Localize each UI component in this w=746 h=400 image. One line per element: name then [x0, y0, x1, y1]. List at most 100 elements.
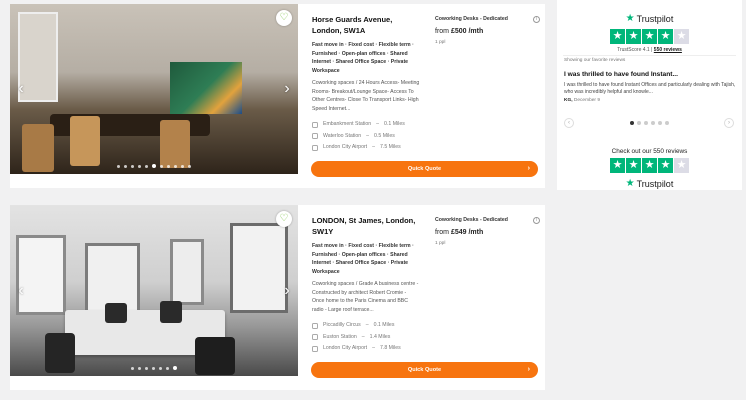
- station-dash: –: [361, 333, 365, 340]
- carousel-dot[interactable]: [181, 165, 184, 168]
- review-meta: KG, December 9: [564, 98, 736, 103]
- feature-tag: Shared Office Space: [335, 260, 387, 267]
- station-row: London City Airport –7.8 Miles: [312, 343, 420, 355]
- checkout-reviews-text[interactable]: Check out our 550 reviews: [557, 148, 742, 155]
- carousel-dot[interactable]: [117, 165, 120, 168]
- carousel-dot[interactable]: [145, 165, 148, 168]
- carousel-dot[interactable]: [160, 165, 163, 168]
- divider: [563, 55, 736, 56]
- photo-next-chevron-icon[interactable]: ›: [280, 80, 294, 98]
- review-carousel-dot[interactable]: [643, 121, 648, 125]
- listing-photo[interactable]: ♡ ‹ ›: [10, 205, 298, 376]
- photo-prev-chevron-icon[interactable]: ‹: [14, 282, 28, 300]
- quick-quote-label: Quick Quote: [407, 166, 442, 172]
- carousel-dot[interactable]: [131, 367, 134, 370]
- feature-tag: Furnished: [312, 251, 338, 258]
- photo-painting: [170, 62, 242, 114]
- carousel-dot[interactable]: [173, 366, 177, 370]
- train-icon: [312, 334, 318, 341]
- carousel-dot[interactable]: [174, 165, 177, 168]
- carousel-dot[interactable]: [131, 165, 134, 168]
- price: from £549 /mth: [435, 229, 540, 236]
- feature-tag: Fixed cost: [348, 42, 375, 48]
- trustpilot-brand: Trustpilot: [636, 13, 674, 24]
- review-next-chevron-icon[interactable]: ›: [724, 118, 734, 128]
- listing-title[interactable]: Horse Guards Avenue, London, SW1A: [312, 14, 420, 36]
- trustpilot-star-icon: ★: [625, 178, 635, 189]
- carousel-dot[interactable]: [152, 164, 156, 168]
- feature-tag: Furnished: [312, 50, 338, 57]
- listing-photo[interactable]: ♡ ‹ ›: [10, 4, 298, 174]
- photo-carousel-dots: [10, 164, 298, 168]
- station-name: London City Airport: [323, 144, 368, 150]
- favorite-heart-icon[interactable]: ♡: [276, 211, 292, 227]
- carousel-dot[interactable]: [166, 367, 169, 370]
- feature-tag: Flexible term: [378, 42, 411, 48]
- quick-quote-button[interactable]: Quick Quote ›: [311, 362, 538, 378]
- capacity: 1 ppl: [435, 241, 446, 246]
- carousel-dot[interactable]: [145, 367, 148, 370]
- trustscore: TrustScore 4.1 | 550 reviews: [557, 47, 742, 53]
- review-carousel-dot[interactable]: [664, 121, 669, 125]
- photo-chair: [105, 303, 127, 323]
- listing-title[interactable]: LONDON, St James, London, SW1Y: [312, 215, 420, 237]
- price-value: £500 /mth: [450, 28, 484, 35]
- favorite-heart-icon[interactable]: ♡: [276, 10, 292, 26]
- station-dash: –: [372, 144, 376, 150]
- photo-chair: [160, 120, 190, 168]
- carousel-dot[interactable]: [138, 367, 141, 370]
- arrow-right-icon: ›: [527, 165, 530, 172]
- info-icon[interactable]: i: [533, 16, 540, 23]
- station-name: Embankment Station: [323, 121, 372, 127]
- reviews-link[interactable]: 550 reviews: [654, 47, 682, 53]
- carousel-dot[interactable]: [124, 165, 127, 168]
- price-prefix: from: [435, 28, 449, 35]
- review-carousel-dots: [564, 121, 734, 125]
- trustpilot-logo[interactable]: ★ Trustpilot: [626, 178, 674, 189]
- photo-carousel-dots: [10, 366, 298, 370]
- photo-next-chevron-icon[interactable]: ›: [280, 282, 294, 300]
- quick-quote-button[interactable]: Quick Quote ›: [311, 161, 538, 177]
- photo-window: [230, 223, 288, 313]
- review-card[interactable]: I was thrilled to have found Instant... …: [564, 70, 736, 103]
- carousel-dot[interactable]: [188, 165, 191, 168]
- trustpilot-widget: ★ Trustpilot ★ ★ ★ ★ ★ TrustScore 4.1 | 5…: [557, 0, 742, 190]
- station-name: Euston Station: [323, 333, 357, 340]
- station-distance: 7.8 Miles: [380, 345, 401, 351]
- review-carousel-dot[interactable]: [657, 121, 662, 125]
- photo-prev-chevron-icon[interactable]: ‹: [14, 80, 28, 98]
- carousel-dot[interactable]: [138, 165, 141, 168]
- trustpilot-brand: Trustpilot: [636, 178, 674, 189]
- carousel-dot[interactable]: [159, 367, 162, 370]
- nearby-stations: Piccadilly Circus –0.1 Miles Euston Statio…: [312, 320, 420, 355]
- review-carousel-dot[interactable]: [650, 121, 655, 125]
- airport-icon: [312, 144, 318, 151]
- price: from £500 /mth: [435, 28, 540, 35]
- review-carousel-dot[interactable]: [629, 121, 634, 125]
- arrow-right-icon: ›: [527, 366, 530, 373]
- listing-features: Fast move in · Fixed cost · Flexible ter…: [312, 41, 420, 75]
- listing-card[interactable]: ♡ ‹ › Horse Guards Avenue, London, SW1A …: [10, 4, 545, 188]
- feature-tag: Open-plan offices: [341, 50, 386, 57]
- listing-description: Coworking spaces / 24 Hours Access- Meet…: [312, 80, 420, 112]
- price-value: £549 /mth: [450, 229, 484, 236]
- photo-chair: [160, 301, 182, 323]
- carousel-dot[interactable]: [167, 165, 170, 168]
- star-icon: ★: [658, 29, 673, 44]
- station-dash: –: [366, 132, 370, 139]
- trustpilot-logo[interactable]: ★ Trustpilot: [626, 13, 674, 24]
- capacity: 1 ppl: [435, 40, 446, 45]
- feature-separator: ·: [410, 42, 414, 48]
- feature-tag: Flexible term: [378, 243, 411, 249]
- review-carousel-dot[interactable]: [636, 121, 641, 125]
- train-icon: [312, 133, 318, 140]
- desk-type: Coworking Desks - Dedicated: [435, 217, 508, 223]
- feature-tag: Fast move in: [312, 42, 344, 48]
- info-icon[interactable]: i: [533, 217, 540, 224]
- carousel-dot[interactable]: [152, 367, 155, 370]
- listing-card[interactable]: ♡ ‹ › LONDON, St James, London, SW1Y Fas…: [10, 205, 545, 390]
- airport-icon: [312, 345, 318, 352]
- train-icon: [312, 121, 318, 128]
- station-row: Embankment Station –0.1 Miles: [312, 119, 420, 131]
- photo-chair: [70, 116, 100, 166]
